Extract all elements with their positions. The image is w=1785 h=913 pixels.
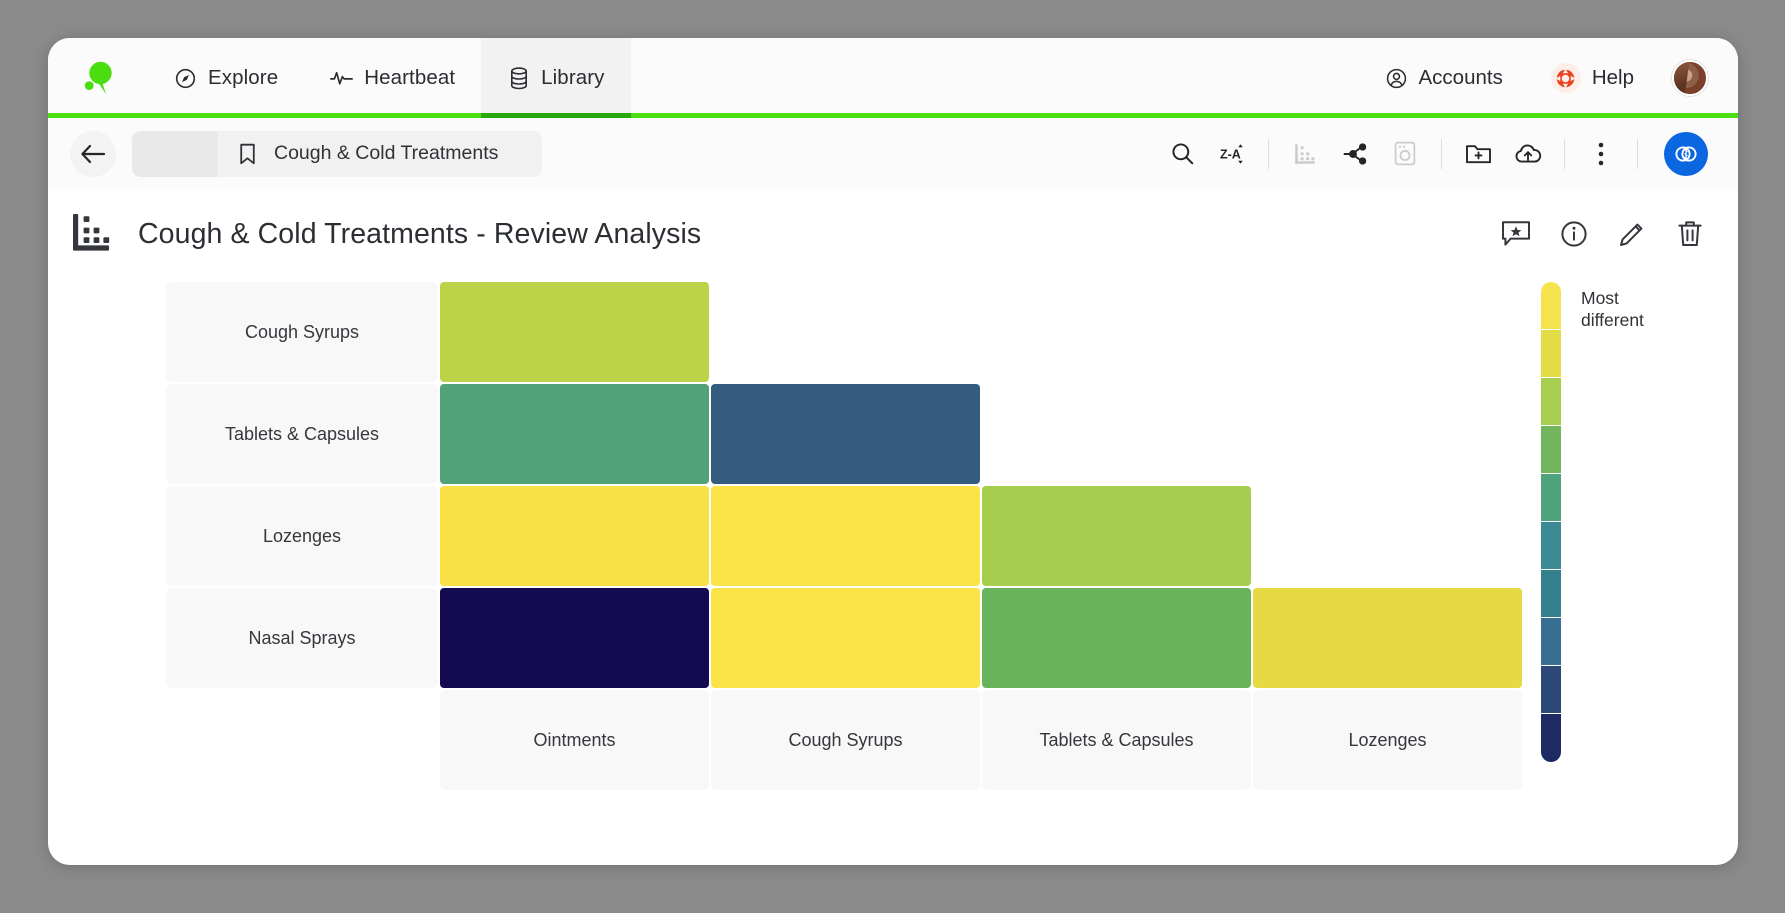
delete-trash-icon[interactable] (1672, 216, 1708, 252)
nav-item-accounts[interactable]: Accounts (1363, 38, 1525, 118)
more-vertical-icon[interactable] (1577, 130, 1625, 178)
primary-nav: Explore Heartbeat Library (148, 38, 631, 118)
heatmap-cell[interactable] (982, 588, 1251, 688)
heatmap-matrix: Cough Syrups Tablets & Capsules Lozenges Na… (166, 282, 1524, 790)
q-logo-icon (84, 61, 112, 94)
heatmap-row-label[interactable]: Cough Syrups (166, 282, 438, 382)
nav-item-label: Accounts (1418, 66, 1503, 89)
nav-item-label: Explore (208, 66, 279, 89)
top-navigation-bar: Explore Heartbeat Library Accounts Help (48, 38, 1738, 118)
heatmap-cell[interactable] (440, 486, 709, 586)
nav-accent-bar (48, 113, 1738, 118)
legend-segment[interactable] (1541, 570, 1561, 618)
toolbar-divider (1268, 138, 1269, 169)
sort-za-icon[interactable]: Z-A (1208, 130, 1256, 178)
top-nav-right-group: Accounts Help (1363, 38, 1739, 118)
heatmap-column-label[interactable]: Tablets & Capsules (982, 690, 1251, 790)
nav-item-label: Heartbeat (364, 66, 456, 89)
legend-segment[interactable] (1541, 666, 1561, 714)
legend-segment[interactable] (1541, 618, 1561, 666)
nav-item-library[interactable]: Library (481, 38, 631, 118)
heatmap-cell-empty (711, 282, 980, 382)
page-title: Cough & Cold Treatments - Review Analysi… (138, 217, 702, 250)
heatmap-row: Cough Syrups (166, 282, 1524, 384)
database-icon (507, 66, 530, 90)
heatmap-cell-empty (1253, 282, 1522, 382)
legend-segment[interactable] (1541, 522, 1561, 570)
legend-segment[interactable] (1541, 426, 1561, 474)
heatmap-column-label[interactable]: Cough Syrups (711, 690, 980, 790)
chart-matrix-icon (70, 212, 116, 256)
heatmap-row-label[interactable]: Tablets & Capsules (166, 384, 438, 484)
page-header-actions (1498, 216, 1708, 252)
comment-star-icon[interactable] (1498, 216, 1534, 252)
breadcrumb-spacer (132, 130, 218, 177)
heatmap-chart: Cough Syrups Tablets & Capsules Lozenges Na… (48, 270, 1738, 865)
toolbar-actions: Z-A (1158, 130, 1708, 178)
user-avatar[interactable] (1672, 60, 1708, 96)
heatmap-column-labels: Ointments Cough Syrups Tablets & Capsules L… (440, 690, 1524, 790)
heatmap-row: Lozenges (166, 486, 1524, 588)
svg-text:Z-A: Z-A (1220, 147, 1241, 161)
nav-item-label: Help (1591, 66, 1634, 89)
edit-pencil-icon[interactable] (1614, 216, 1650, 252)
bookmark-icon (234, 143, 260, 165)
heatmap-cell[interactable] (711, 486, 980, 586)
legend-gradient-bar[interactable] (1541, 282, 1561, 762)
heatmap-cell[interactable] (982, 486, 1251, 586)
nav-item-heartbeat[interactable]: Heartbeat (304, 38, 481, 118)
toolbar-divider (1441, 138, 1442, 169)
legend-segment[interactable] (1541, 330, 1561, 378)
document-toolbar: Cough & Cold Treatments Z-A (48, 118, 1738, 190)
share-nodes-icon[interactable] (1331, 130, 1379, 178)
lifebuoy-icon (1550, 63, 1581, 93)
pulse-icon (330, 67, 354, 90)
heatmap-row-label[interactable]: Lozenges (166, 486, 438, 586)
heatmap-cell[interactable] (440, 384, 709, 484)
heatmap-cell-empty (982, 282, 1251, 382)
toolbar-divider (1637, 138, 1638, 169)
nav-item-help[interactable]: Help (1529, 38, 1656, 118)
device-icon (1381, 130, 1429, 178)
info-circle-icon[interactable] (1556, 216, 1592, 252)
app-window: Explore Heartbeat Library Accounts Help … (48, 38, 1738, 865)
heatmap-cell-empty (1253, 384, 1522, 484)
heatmap-cell[interactable] (440, 588, 709, 688)
legend-segment[interactable] (1541, 282, 1561, 330)
heatmap-column-label[interactable]: Ointments (440, 690, 709, 790)
heatmap-cell-empty (982, 384, 1251, 484)
heatmap-cell[interactable] (711, 588, 980, 688)
compass-icon (174, 67, 197, 90)
legend-top-label: Most different (1581, 288, 1644, 330)
heatmap-cell[interactable] (440, 282, 709, 382)
nav-item-label: Library (541, 66, 605, 89)
new-folder-icon[interactable] (1454, 130, 1502, 178)
heatmap-row: Nasal Sprays (166, 588, 1524, 690)
heatmap-row-label[interactable]: Nasal Sprays (166, 588, 438, 688)
heatmap-row: Tablets & Capsules (166, 384, 1524, 486)
app-logo[interactable] (48, 38, 148, 118)
legend-segment[interactable] (1541, 714, 1561, 762)
cloud-upload-icon[interactable] (1504, 130, 1552, 178)
breadcrumb-label: Cough & Cold Treatments (274, 142, 499, 164)
heatmap-cell-empty (1253, 486, 1522, 586)
account-circle-icon (1385, 67, 1408, 90)
page-header: Cough & Cold Treatments - Review Analysi… (48, 190, 1738, 270)
chart-icon (1281, 130, 1329, 178)
heatmap-column-label[interactable]: Lozenges (1253, 690, 1522, 790)
search-icon[interactable] (1158, 130, 1206, 178)
heatmap-cell[interactable] (1253, 588, 1522, 688)
back-button[interactable] (70, 130, 116, 177)
compare-venn-button[interactable] (1664, 131, 1708, 176)
legend-segment[interactable] (1541, 378, 1561, 426)
heatmap-cell[interactable] (711, 384, 980, 484)
toolbar-divider (1564, 138, 1565, 169)
legend-segment[interactable] (1541, 474, 1561, 522)
nav-item-explore[interactable]: Explore (148, 38, 304, 118)
color-legend: Most different (1541, 282, 1677, 762)
breadcrumb[interactable]: Cough & Cold Treatments (132, 130, 542, 177)
